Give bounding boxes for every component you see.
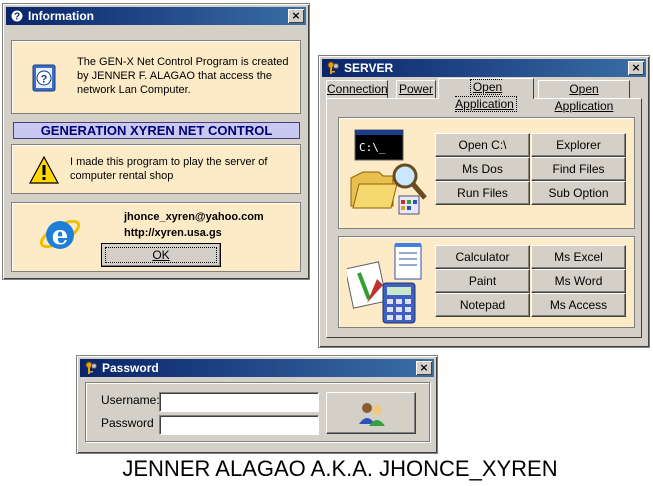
info-contact-panel: e jhonce_xyren@yahoo.com http://xyren.us… bbox=[11, 202, 301, 272]
info-description-panel: ? The GEN-X Net Control Program is creat… bbox=[11, 40, 301, 114]
username-label: Username: bbox=[101, 393, 160, 407]
svg-text:e: e bbox=[52, 221, 69, 251]
run-files-button[interactable]: Run Files bbox=[435, 181, 530, 205]
email-text: jhonce_xyren@yahoo.com bbox=[124, 211, 264, 223]
cmd-prompt-text: C:\_ bbox=[359, 141, 386, 154]
info-title-icon: ? bbox=[10, 9, 24, 23]
password-input[interactable] bbox=[159, 415, 319, 435]
ok-button[interactable]: OK bbox=[101, 243, 221, 267]
warning-text: I made this program to play the server o… bbox=[70, 156, 268, 182]
help-icon: ? bbox=[30, 63, 60, 96]
internet-explorer-icon: e bbox=[37, 211, 83, 260]
banner-label: GENERATION XYREN NET CONTROL bbox=[13, 122, 300, 139]
warning-icon bbox=[28, 155, 60, 188]
calculator-button[interactable]: Calculator bbox=[435, 245, 530, 269]
info-description-text: The GEN-X Net Control Program is created… bbox=[77, 56, 289, 96]
ms-access-button[interactable]: Ms Access bbox=[531, 293, 626, 317]
tab-open-application[interactable]: Open Application bbox=[538, 80, 630, 113]
tab-open-application-active[interactable]: Open Application bbox=[438, 78, 534, 112]
explorer-button[interactable]: Explorer bbox=[531, 133, 626, 157]
information-title: Information bbox=[28, 9, 94, 23]
tab-connection[interactable]: Connection bbox=[326, 80, 388, 98]
ok-button-label: OK bbox=[105, 247, 217, 263]
system-tools-icon: C:\_ bbox=[349, 128, 429, 219]
find-files-button[interactable]: Find Files bbox=[531, 157, 626, 181]
sub-option-button[interactable]: Sub Option bbox=[531, 181, 626, 205]
ms-dos-button[interactable]: Ms Dos bbox=[435, 157, 530, 181]
paint-button[interactable]: Paint bbox=[435, 269, 530, 293]
ms-excel-button[interactable]: Ms Excel bbox=[531, 245, 626, 269]
keys-title-icon bbox=[84, 361, 98, 375]
office-tools-icon bbox=[344, 243, 427, 330]
login-button[interactable] bbox=[326, 392, 416, 434]
password-close-button[interactable]: × bbox=[416, 361, 432, 375]
information-titlebar[interactable]: ? Information × bbox=[6, 7, 306, 25]
open-c-drive-button[interactable]: Open C:\ bbox=[435, 133, 530, 157]
information-close-button[interactable]: × bbox=[288, 9, 304, 23]
server-titlebar[interactable]: SERVER × bbox=[322, 59, 646, 77]
notepad-button[interactable]: Notepad bbox=[435, 293, 530, 317]
information-window: ? Information × ? The GEN-X Net Control … bbox=[2, 3, 310, 280]
tab-power[interactable]: Power bbox=[396, 80, 436, 98]
url-text: http://xyren.usa.gs bbox=[124, 227, 222, 239]
server-close-button[interactable]: × bbox=[628, 61, 644, 75]
author-caption: JENNER ALAGAO A.K.A. JHONCE_XYREN bbox=[122, 456, 558, 481]
server-title: SERVER bbox=[344, 61, 394, 75]
info-warning-panel: I made this program to play the server o… bbox=[11, 144, 301, 194]
username-input[interactable] bbox=[159, 392, 319, 412]
svg-text:?: ? bbox=[14, 12, 20, 23]
password-titlebar[interactable]: Password × bbox=[80, 359, 434, 377]
users-icon bbox=[357, 400, 387, 429]
password-title: Password bbox=[102, 361, 159, 375]
svg-text:?: ? bbox=[41, 74, 48, 86]
ms-word-button[interactable]: Ms Word bbox=[531, 269, 626, 293]
password-label: Password bbox=[101, 416, 154, 430]
keys-title-icon bbox=[326, 61, 340, 75]
